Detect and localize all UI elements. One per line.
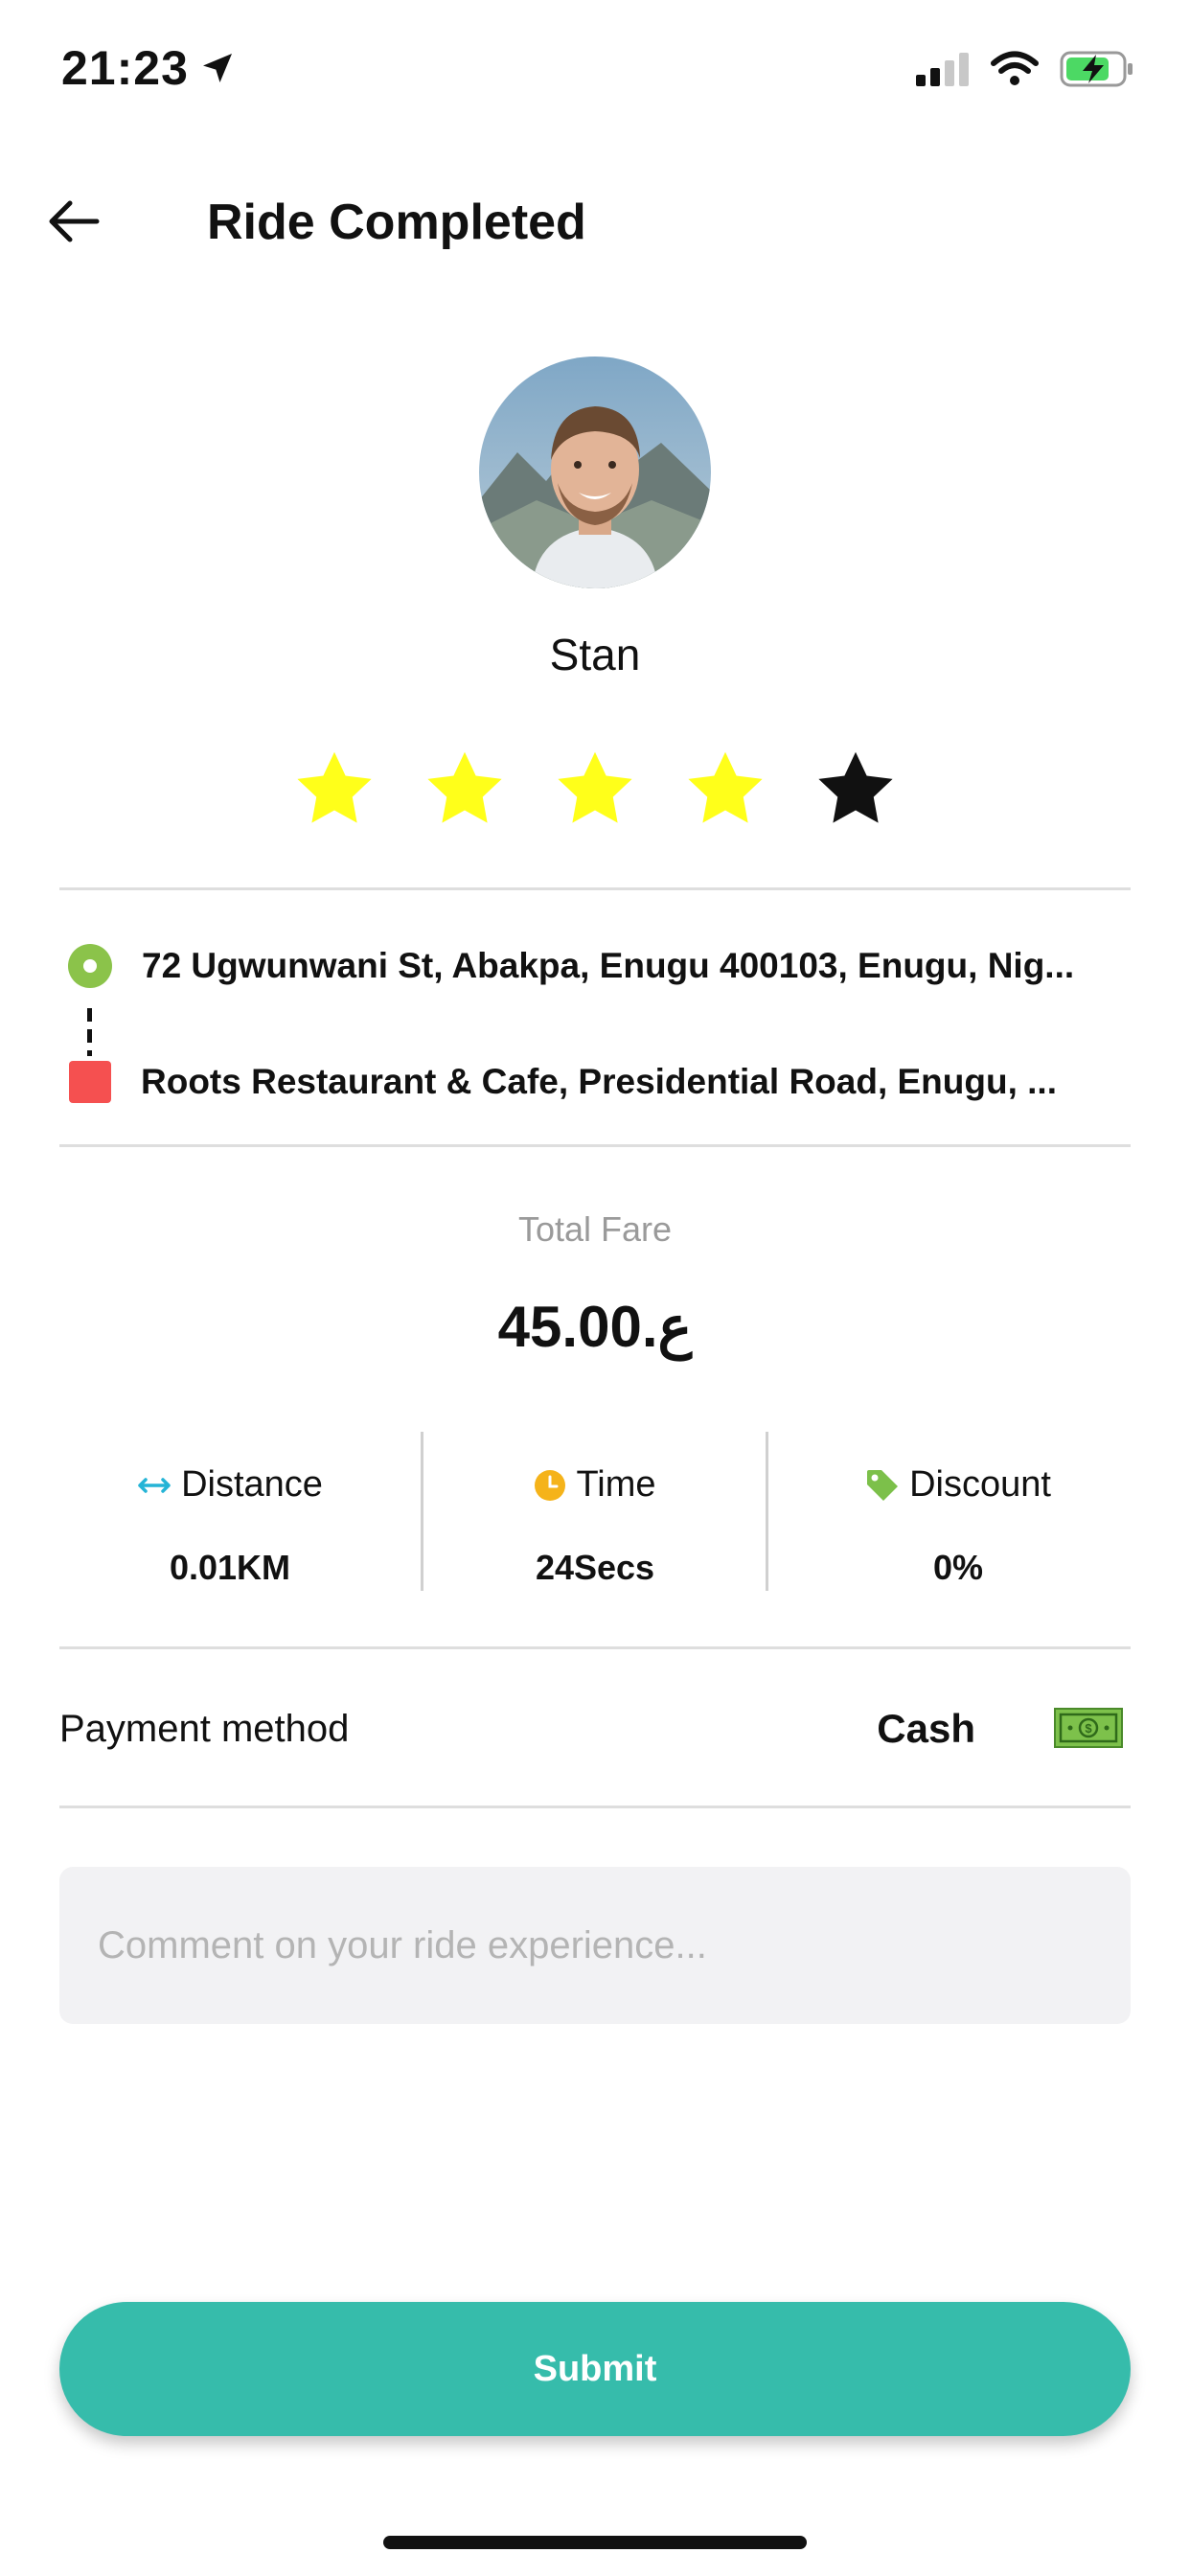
divider bbox=[59, 1646, 1131, 1649]
dropoff-row: Roots Restaurant & Cafe, Presidential Ro… bbox=[67, 1060, 1102, 1104]
status-indicators bbox=[916, 50, 1136, 88]
pickup-row: 72 Ugwunwani St, Abakpa, Enugu 400103, E… bbox=[67, 943, 1102, 989]
time-stat: Time 24Secs bbox=[413, 1464, 777, 1588]
dropoff-address: Roots Restaurant & Cafe, Presidential Ro… bbox=[141, 1062, 1057, 1101]
divider bbox=[59, 1806, 1131, 1808]
time-label: Time bbox=[576, 1464, 656, 1505]
divider bbox=[59, 887, 1131, 890]
dropoff-marker-icon bbox=[69, 1061, 111, 1103]
clock-icon bbox=[535, 1469, 566, 1501]
tag-icon bbox=[867, 1469, 899, 1501]
payment-method-value: Cash bbox=[877, 1706, 975, 1751]
star-filled-icon[interactable] bbox=[682, 746, 768, 832]
location-arrow-icon bbox=[202, 54, 232, 82]
back-button[interactable] bbox=[40, 188, 107, 255]
wifi-icon bbox=[991, 51, 1039, 85]
rating-stars[interactable] bbox=[0, 746, 1190, 832]
distance-label: Distance bbox=[181, 1464, 323, 1505]
time-value: 24Secs bbox=[535, 1548, 655, 1587]
driver-name: Stan bbox=[549, 630, 641, 679]
discount-label: Discount bbox=[909, 1464, 1051, 1505]
payment-method-label: Payment method bbox=[59, 1708, 350, 1750]
status-time: 21:23 bbox=[61, 40, 237, 96]
total-fare-label: Total Fare bbox=[517, 1209, 673, 1249]
stat-separator bbox=[766, 1432, 768, 1591]
home-indicator[interactable] bbox=[383, 2536, 807, 2549]
pickup-marker-icon bbox=[68, 944, 112, 988]
driver-avatar bbox=[479, 356, 711, 588]
distance-stat: Distance 0.01KM bbox=[48, 1464, 412, 1588]
divider bbox=[59, 1144, 1131, 1147]
cash-icon: $ bbox=[1054, 1708, 1123, 1748]
route-connector bbox=[87, 1008, 92, 1056]
total-fare-value: 45.00.ع bbox=[497, 1295, 693, 1359]
pickup-address: 72 Ugwunwani St, Abakpa, Enugu 400103, E… bbox=[142, 946, 1075, 985]
battery-charging-icon bbox=[1060, 51, 1133, 87]
svg-text:$: $ bbox=[1085, 1721, 1092, 1736]
distance-arrows-icon bbox=[138, 1477, 171, 1493]
discount-value: 0% bbox=[932, 1548, 984, 1587]
submit-button[interactable]: Submit bbox=[59, 2302, 1131, 2436]
status-time-text: 21:23 bbox=[61, 41, 189, 95]
distance-value: 0.01KM bbox=[169, 1548, 291, 1587]
page-title: Ride Completed bbox=[207, 195, 586, 250]
arrow-left-icon bbox=[49, 200, 100, 242]
star-filled-icon[interactable] bbox=[291, 746, 378, 832]
star-filled-icon[interactable] bbox=[422, 746, 508, 832]
star-filled-icon[interactable] bbox=[552, 746, 638, 832]
discount-stat: Discount 0% bbox=[776, 1464, 1140, 1588]
signal-icon bbox=[916, 53, 969, 86]
star-empty-icon[interactable] bbox=[812, 746, 899, 832]
comment-input[interactable] bbox=[59, 1867, 1131, 2024]
